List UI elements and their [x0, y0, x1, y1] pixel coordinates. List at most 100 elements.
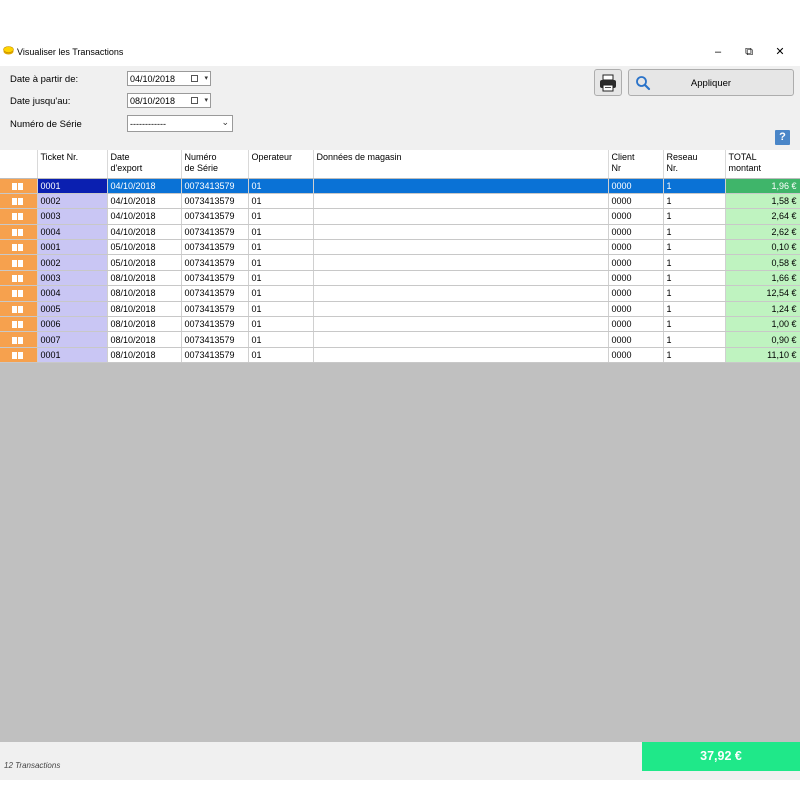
cell-network[interactable]: 1 — [663, 254, 726, 271]
cell-store-data[interactable] — [313, 178, 609, 194]
open-book-icon[interactable] — [12, 321, 24, 329]
cell-client[interactable]: 0000 — [608, 301, 664, 318]
cell-client[interactable]: 0000 — [608, 316, 664, 333]
table-row[interactable]: 0007 08/10/2018 0073413579 01 0000 1 0,9… — [0, 331, 800, 348]
row-icon-cell[interactable] — [0, 224, 38, 241]
table-row[interactable]: 0004 04/10/2018 0073413579 01 0000 1 2,6… — [0, 224, 800, 241]
cell-serial[interactable]: 0073413579 — [181, 254, 249, 271]
calendar-icon[interactable] — [191, 75, 198, 82]
cell-store-data[interactable] — [313, 254, 609, 271]
date-to-picker[interactable]: 08/10/2018 ▾ — [127, 93, 211, 108]
cell-network[interactable]: 1 — [663, 316, 726, 333]
table-row[interactable]: 0003 04/10/2018 0073413579 01 0000 1 2,6… — [0, 208, 800, 225]
cell-client[interactable]: 0000 — [608, 285, 664, 302]
cell-total[interactable]: 2,62 € — [725, 224, 800, 241]
row-icon-cell[interactable] — [0, 254, 38, 271]
cell-date[interactable]: 05/10/2018 — [107, 254, 182, 271]
table-row[interactable]: 0006 08/10/2018 0073413579 01 0000 1 1,0… — [0, 316, 800, 333]
cell-date[interactable]: 08/10/2018 — [107, 285, 182, 302]
cell-ticket[interactable]: 0003 — [37, 270, 108, 287]
print-button[interactable] — [594, 69, 622, 96]
cell-date[interactable]: 04/10/2018 — [107, 178, 182, 194]
column-header-store-data[interactable]: Données de magasin — [313, 150, 609, 179]
row-icon-cell[interactable] — [0, 239, 38, 256]
cell-ticket[interactable]: 0004 — [37, 285, 108, 302]
cell-operator[interactable]: 01 — [248, 285, 314, 302]
cell-ticket[interactable]: 0002 — [37, 254, 108, 271]
column-header-ticket[interactable]: Ticket Nr. — [37, 150, 108, 179]
cell-operator[interactable]: 01 — [248, 331, 314, 348]
column-header-date-export[interactable]: Date d'export — [107, 150, 182, 179]
cell-date[interactable]: 05/10/2018 — [107, 239, 182, 256]
cell-operator[interactable]: 01 — [248, 270, 314, 287]
cell-network[interactable]: 1 — [663, 285, 726, 302]
open-book-icon[interactable] — [12, 305, 24, 313]
table-row[interactable]: 0002 04/10/2018 0073413579 01 0000 1 1,5… — [0, 193, 800, 210]
cell-operator[interactable]: 01 — [248, 224, 314, 241]
row-icon-cell[interactable] — [0, 193, 38, 210]
cell-ticket[interactable]: 0007 — [37, 331, 108, 348]
chevron-down-icon[interactable]: ⌄ — [221, 117, 229, 128]
cell-network[interactable]: 1 — [663, 224, 726, 241]
cell-store-data[interactable] — [313, 208, 609, 225]
cell-ticket[interactable]: 0004 — [37, 224, 108, 241]
column-header-network[interactable]: Reseau Nr. — [663, 150, 726, 179]
cell-total[interactable]: 1,24 € — [725, 301, 800, 318]
cell-network[interactable]: 1 — [663, 301, 726, 318]
row-icon-cell[interactable] — [0, 347, 38, 364]
cell-total[interactable]: 12,54 € — [725, 285, 800, 302]
cell-serial[interactable]: 0073413579 — [181, 178, 249, 194]
cell-total[interactable]: 1,96 € — [725, 178, 800, 194]
date-from-picker[interactable]: 04/10/2018 ▾ — [127, 71, 211, 86]
apply-button[interactable]: Appliquer — [628, 69, 794, 96]
cell-client[interactable]: 0000 — [608, 208, 664, 225]
cell-serial[interactable]: 0073413579 — [181, 208, 249, 225]
table-row[interactable]: 0001 08/10/2018 0073413579 01 0000 1 11,… — [0, 347, 800, 364]
cell-store-data[interactable] — [313, 301, 609, 318]
cell-client[interactable]: 0000 — [608, 347, 664, 364]
column-header-total[interactable]: TOTAL montant — [725, 150, 800, 179]
cell-network[interactable]: 1 — [663, 331, 726, 348]
cell-date[interactable]: 08/10/2018 — [107, 270, 182, 287]
cell-operator[interactable]: 01 — [248, 316, 314, 333]
cell-date[interactable]: 08/10/2018 — [107, 316, 182, 333]
calendar-icon[interactable] — [191, 97, 198, 104]
open-book-icon[interactable] — [12, 290, 24, 298]
cell-store-data[interactable] — [313, 193, 609, 210]
row-icon-cell[interactable] — [0, 331, 38, 348]
row-icon-cell[interactable] — [0, 301, 38, 318]
row-icon-cell[interactable] — [0, 178, 38, 194]
cell-ticket[interactable]: 0001 — [37, 178, 108, 194]
help-icon[interactable]: ? — [775, 130, 790, 145]
column-header-operator[interactable]: Operateur — [248, 150, 314, 179]
cell-operator[interactable]: 01 — [248, 301, 314, 318]
chevron-down-icon[interactable]: ▾ — [204, 96, 208, 104]
cell-serial[interactable]: 0073413579 — [181, 316, 249, 333]
cell-network[interactable]: 1 — [663, 239, 726, 256]
table-row[interactable]: 0005 08/10/2018 0073413579 01 0000 1 1,2… — [0, 301, 800, 318]
table-row[interactable]: 0004 08/10/2018 0073413579 01 0000 1 12,… — [0, 285, 800, 302]
cell-total[interactable]: 1,66 € — [725, 270, 800, 287]
cell-date[interactable]: 08/10/2018 — [107, 301, 182, 318]
cell-network[interactable]: 1 — [663, 178, 726, 194]
cell-client[interactable]: 0000 — [608, 331, 664, 348]
cell-store-data[interactable] — [313, 270, 609, 287]
open-book-icon[interactable] — [12, 228, 24, 236]
cell-operator[interactable]: 01 — [248, 193, 314, 210]
cell-store-data[interactable] — [313, 331, 609, 348]
table-row[interactable]: 0002 05/10/2018 0073413579 01 0000 1 0,5… — [0, 254, 800, 271]
cell-total[interactable]: 11,10 € — [725, 347, 800, 364]
cell-ticket[interactable]: 0001 — [37, 347, 108, 364]
cell-network[interactable]: 1 — [663, 347, 726, 364]
cell-ticket[interactable]: 0003 — [37, 208, 108, 225]
cell-client[interactable]: 0000 — [608, 178, 664, 194]
cell-operator[interactable]: 01 — [248, 178, 314, 194]
table-row[interactable]: 0001 05/10/2018 0073413579 01 0000 1 0,1… — [0, 239, 800, 256]
cell-store-data[interactable] — [313, 239, 609, 256]
cell-date[interactable]: 04/10/2018 — [107, 224, 182, 241]
table-row[interactable]: 0003 08/10/2018 0073413579 01 0000 1 1,6… — [0, 270, 800, 287]
column-header-serial[interactable]: Numéro de Série — [181, 150, 249, 179]
cell-serial[interactable]: 0073413579 — [181, 193, 249, 210]
row-icon-cell[interactable] — [0, 285, 38, 302]
open-book-icon[interactable] — [12, 198, 24, 206]
